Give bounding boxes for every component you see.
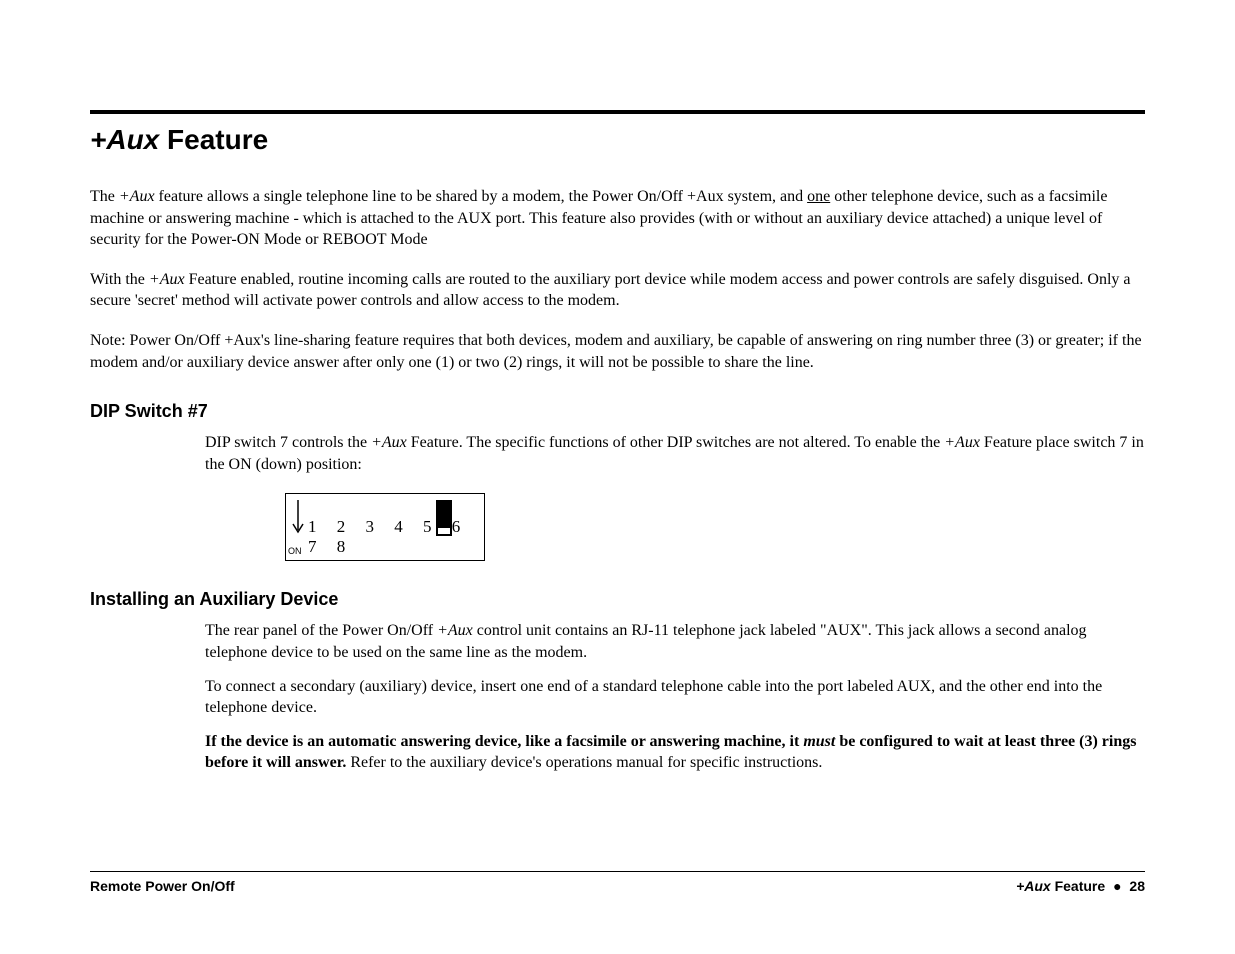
dip-on-label: ON: [288, 546, 302, 556]
footer-rule: [90, 871, 1145, 872]
page-title: +Aux Feature: [90, 124, 1145, 156]
install-paragraph-1: The rear panel of the Power On/Off +Aux …: [205, 620, 1145, 663]
page: +Aux Feature The +Aux feature allows a s…: [0, 0, 1235, 954]
paragraph-3: Note: Power On/Off +Aux's line-sharing f…: [90, 330, 1145, 373]
dip-numbers: 1 2 3 4 5 6 7 8: [308, 517, 484, 557]
section-installing: Installing an Auxiliary Device: [90, 589, 1145, 610]
footer-row: Remote Power On/Off +Aux Feature ● 28: [90, 878, 1145, 894]
dip-switch-7-on: [436, 500, 452, 536]
footer-left: Remote Power On/Off: [90, 878, 235, 894]
top-rule: [90, 110, 1145, 114]
dip-paragraph: DIP switch 7 controls the +Aux Feature. …: [205, 432, 1145, 475]
install-paragraph-3: If the device is an automatic answering …: [205, 731, 1145, 774]
title-suffix: Feature: [159, 124, 268, 155]
install-paragraph-2: To connect a secondary (auxiliary) devic…: [205, 676, 1145, 719]
section-dip-switch: DIP Switch #7: [90, 401, 1145, 422]
paragraph-2: With the +Aux Feature enabled, routine i…: [90, 269, 1145, 312]
page-number: 28: [1129, 878, 1145, 894]
title-aux: +Aux: [90, 124, 159, 155]
dip-switch-block: DIP switch 7 controls the +Aux Feature. …: [205, 432, 1145, 561]
down-arrow-icon: [292, 498, 304, 538]
installing-block: The rear panel of the Power On/Off +Aux …: [205, 620, 1145, 774]
footer-right: +Aux Feature ● 28: [1016, 878, 1145, 894]
paragraph-1: The +Aux feature allows a single telepho…: [90, 186, 1145, 251]
dip-switch-diagram: ON 1 2 3 4 5 6 7 8: [285, 493, 485, 561]
page-footer: Remote Power On/Off +Aux Feature ● 28: [90, 871, 1145, 894]
